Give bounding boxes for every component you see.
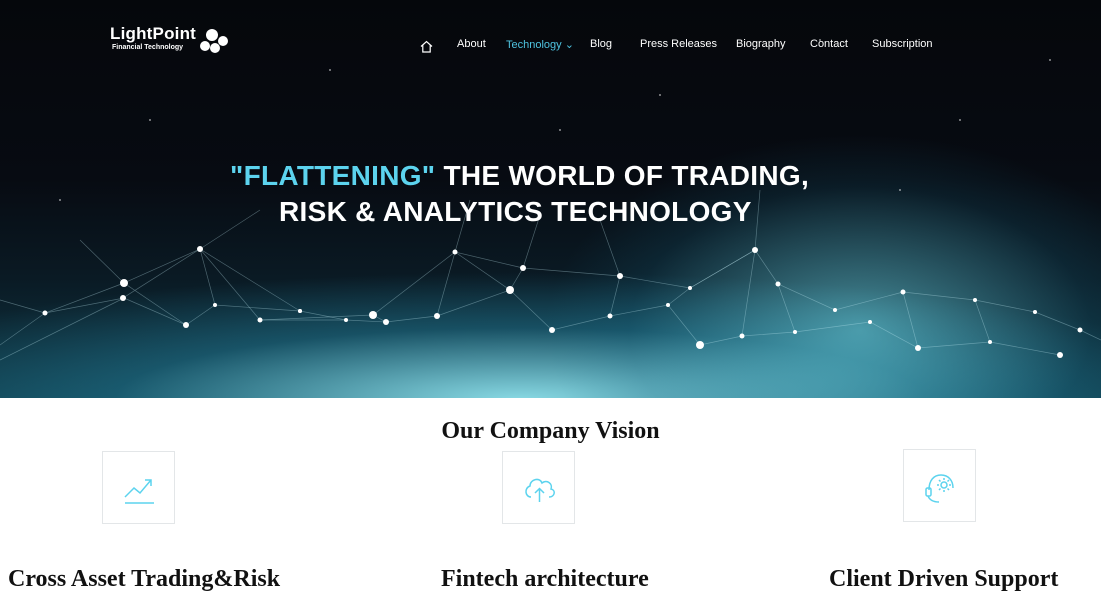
card-title-trading: Cross Asset Trading&Risk	[8, 566, 281, 592]
vision-title: Our Company Vision	[441, 418, 660, 444]
logo-subtitle: Financial Technology	[112, 44, 184, 51]
nav-biography[interactable]: Biography	[736, 38, 786, 50]
headline-line-2: RISK & ANALYTICS TECHNOLOGY	[279, 196, 752, 227]
card-icon-box-support	[903, 449, 976, 522]
nav-contact[interactable]: Contact	[810, 38, 848, 50]
support-gear-icon	[925, 474, 954, 503]
hero-banner: LightPoint Financial Technology About Te…	[0, 0, 1101, 398]
logo-title: LightPoint	[110, 24, 197, 43]
card-title-support: Client Driven Support	[829, 566, 1059, 592]
nav-press-releases[interactable]: Press Releases	[640, 38, 717, 50]
card-icon-box-trading	[102, 451, 175, 524]
nav-subscription[interactable]: Subscription	[872, 38, 933, 50]
headline-rest: THE WORLD OF TRADING,	[435, 160, 810, 191]
nav-technology[interactable]: Technology ⌄	[506, 38, 574, 51]
card-title-fintech: Fintech architecture	[441, 566, 649, 592]
trending-chart-icon	[124, 479, 154, 504]
card-icon-box-fintech	[502, 451, 575, 524]
headline-accent: "FLATTENING"	[230, 160, 436, 191]
nav-blog[interactable]: Blog	[590, 38, 612, 50]
cloud-upload-icon	[525, 478, 555, 502]
logo-bubbles-icon	[200, 29, 228, 53]
nav-about[interactable]: About	[457, 38, 486, 50]
home-icon[interactable]	[420, 40, 433, 53]
headline-line-1: "FLATTENING" THE WORLD OF TRADING,	[230, 158, 809, 194]
site-logo[interactable]: LightPoint Financial Technology	[110, 24, 240, 58]
